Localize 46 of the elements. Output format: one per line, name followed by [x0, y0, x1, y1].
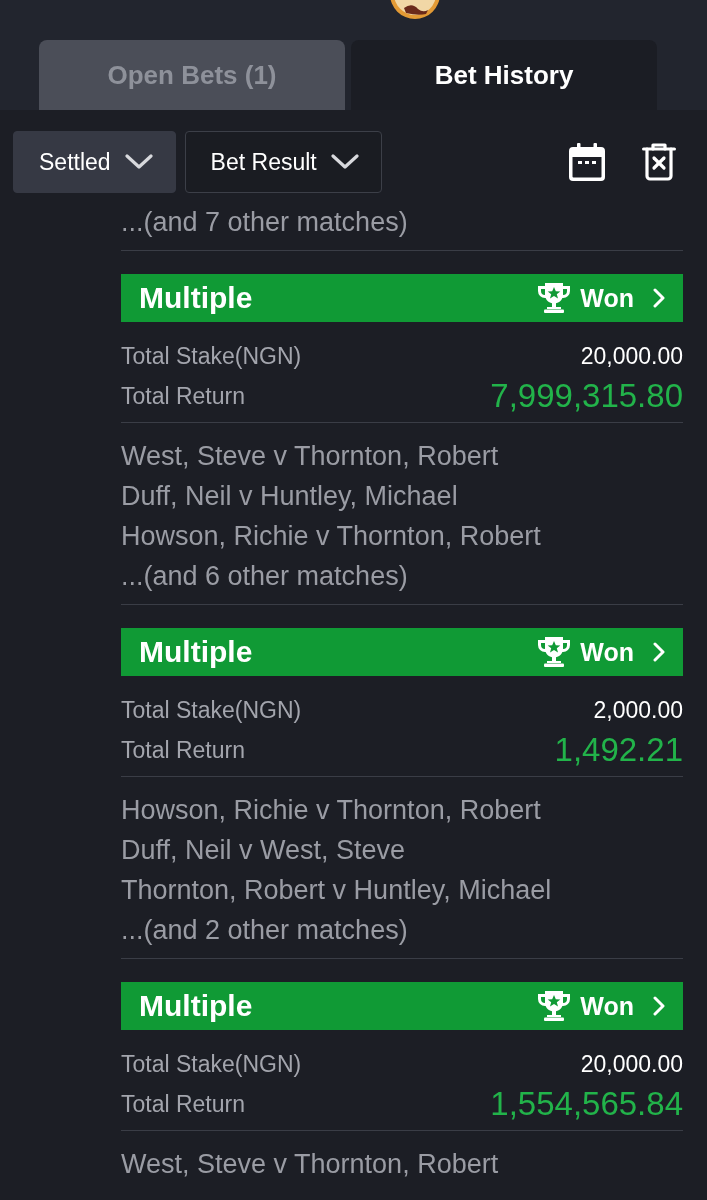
match-text: West, Steve v Thornton, Robert — [121, 440, 499, 473]
bet-type-label: Multiple — [139, 989, 253, 1023]
return-amount: 1,554,565.84 — [490, 1085, 683, 1123]
match-text: Thornton, Robert v Huntley, Michael — [121, 874, 552, 907]
match-text: Howson, Richie v Thornton, Robert — [121, 520, 541, 553]
return-amount: 1,492.21 — [554, 731, 683, 769]
stake-amount: 20,000.00 — [580, 342, 683, 370]
more-matches-text: ...(and 6 other matches) — [121, 560, 408, 593]
avatar-icon[interactable] — [390, 0, 440, 20]
stake-label: Total Stake(NGN) — [121, 342, 302, 370]
bet-header[interactable]: Multiple Won — [121, 982, 683, 1030]
chevron-down-icon — [330, 154, 359, 170]
bet-type-label: Multiple — [139, 281, 253, 315]
tab[interactable]: Bet History — [351, 40, 657, 110]
bet-header[interactable]: Multiple Won — [121, 274, 683, 322]
chevron-right-icon — [653, 288, 665, 308]
tab[interactable]: Open Bets (1) — [39, 40, 345, 110]
chevron-down-icon — [124, 154, 153, 170]
status-label: Won — [580, 637, 634, 667]
trophy-icon — [537, 636, 572, 668]
match-text: West, Steve v Thornton, Robert — [121, 1148, 499, 1181]
more-matches-text: ...(and 2 other matches) — [121, 914, 408, 947]
match-text: Howson, Richie v Thornton, Robert — [121, 794, 541, 827]
filter-dropdown[interactable]: Settled — [13, 131, 176, 193]
match-text: Duff, Neil v Huntley, Michael — [121, 480, 458, 513]
trophy-icon — [537, 282, 572, 314]
return-amount: 7,999,315.80 — [490, 377, 683, 415]
calendar-icon[interactable] — [569, 143, 605, 181]
match-text: Duff, Neil v West, Steve — [121, 834, 406, 867]
return-label: Total Return — [121, 1090, 245, 1118]
return-label: Total Return — [121, 736, 245, 764]
stake-label: Total Stake(NGN) — [121, 696, 302, 724]
delete-icon[interactable] — [642, 143, 676, 181]
trophy-icon — [537, 990, 572, 1022]
status-label: Won — [580, 991, 634, 1021]
bet-type-label: Multiple — [139, 635, 253, 669]
status-label: Won — [580, 283, 634, 313]
chevron-right-icon — [653, 996, 665, 1016]
more-matches-text: ...(and 7 other matches) — [121, 206, 408, 239]
stake-label: Total Stake(NGN) — [121, 1050, 302, 1078]
stake-amount: 20,000.00 — [580, 1050, 683, 1078]
filter-dropdown[interactable]: Bet Result — [184, 131, 382, 193]
bet-header[interactable]: Multiple Won — [121, 628, 683, 676]
return-label: Total Return — [121, 382, 245, 410]
chevron-right-icon — [653, 642, 665, 662]
stake-amount: 2,000.00 — [593, 696, 683, 724]
